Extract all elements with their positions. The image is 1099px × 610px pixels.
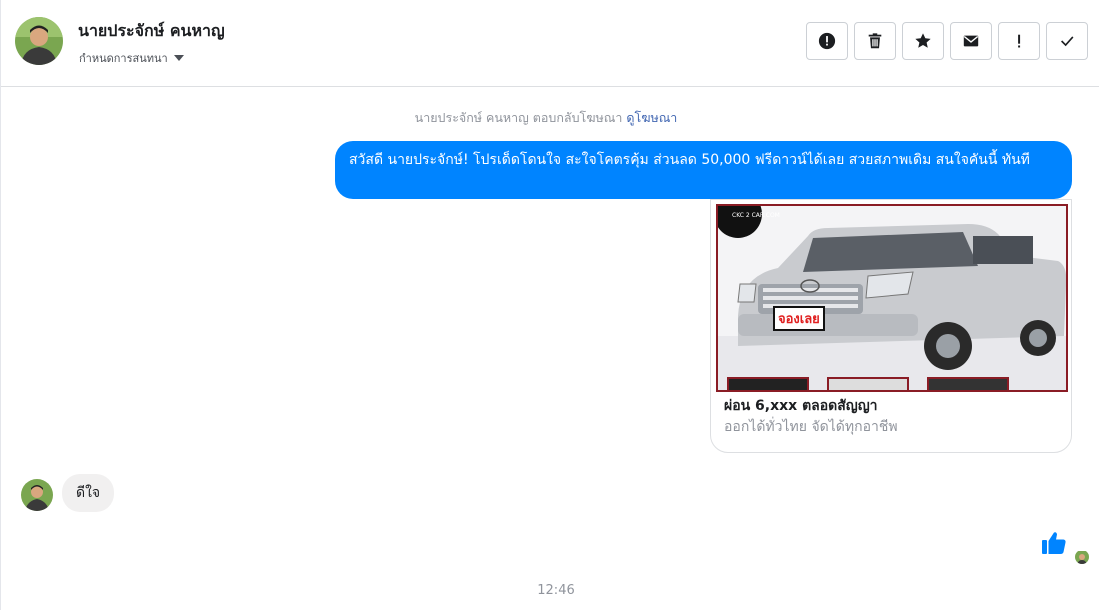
exclamation-icon <box>1018 34 1021 48</box>
follow-up-button[interactable] <box>998 22 1040 60</box>
alert-icon <box>818 32 836 50</box>
ad-image[interactable]: CKC 2 CAR.COM จองเลย <box>716 204 1068 392</box>
contact-avatar-small <box>21 479 53 511</box>
mark-unread-button[interactable] <box>950 22 992 60</box>
conversation-label-text: กำหนดการสนทนา <box>79 52 168 65</box>
ad-title: ผ่อน 6,xxx ตลอดสัญญา <box>724 398 878 414</box>
contact-avatar[interactable] <box>15 17 63 65</box>
envelope-icon <box>963 35 979 47</box>
delete-button[interactable] <box>854 22 896 60</box>
check-icon <box>1061 36 1074 47</box>
trash-icon <box>868 33 882 49</box>
report-spam-button[interactable] <box>806 22 848 60</box>
conversation-header: นายประจักษ์ คนหาญ กำหนดการสนทนา <box>1 0 1099 87</box>
view-ad-link[interactable]: ดูโฆษณา <box>626 110 677 125</box>
outgoing-message-bubble: สวัสดี นายประจักษ์! โปรเด็ดโดนใจ สะใจโคต… <box>335 141 1072 199</box>
mark-done-button[interactable] <box>1046 22 1088 60</box>
star-button[interactable] <box>902 22 944 60</box>
ad-image-badge: จองเลย <box>773 306 825 331</box>
seen-indicator-avatar <box>1075 550 1089 564</box>
caret-down-icon <box>173 55 184 61</box>
incoming-message-bubble: ดีใจ <box>62 474 115 512</box>
conversation-toolbar <box>806 22 1088 60</box>
ad-image-logo: CKC 2 CAR.COM <box>732 212 780 219</box>
thumbs-up-icon <box>1042 532 1066 554</box>
ad-reply-note: นายประจักษ์ คนหาญ ตอบกลับโฆษณา ดูโฆษณา <box>1 108 1091 128</box>
conversation-label-dropdown[interactable]: กำหนดการสนทนา <box>79 49 184 67</box>
ad-reply-note-text: นายประจักษ์ คนหาญ ตอบกลับโฆษณา <box>414 110 623 125</box>
ad-subtitle: ออกได้ทั่วไทย จัดได้ทุกอาชีพ <box>724 419 898 435</box>
ad-card[interactable]: CKC 2 CAR.COM จองเลย ผ่อน 6,xxx ตลอดสัญญ… <box>710 199 1072 453</box>
star-icon <box>915 33 931 48</box>
contact-name[interactable]: นายประจักษ์ คนหาญ <box>78 19 225 44</box>
message-timestamp: 12:46 <box>537 583 575 598</box>
pickup-truck-image <box>718 206 1066 390</box>
